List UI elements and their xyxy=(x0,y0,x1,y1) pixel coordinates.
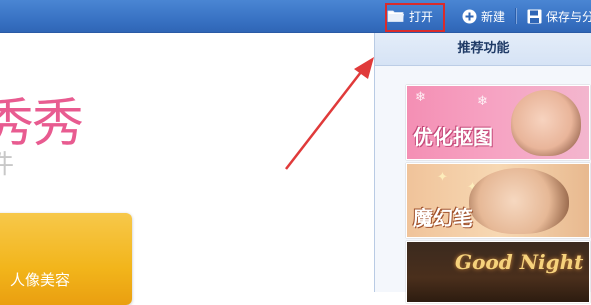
recommended-panel: 推荐功能 ❄ ❄ 优化抠图 ✦ ✦ 魔幻笔 Good Night xyxy=(374,33,591,303)
feature-card-magic-pen[interactable]: ✦ ✦ 魔幻笔 xyxy=(406,163,590,238)
snowflake-icon: ❄ xyxy=(415,90,426,105)
red-arrow-annotation xyxy=(285,57,374,170)
new-label: 新建 xyxy=(481,9,506,24)
feature-card-label: Good Night xyxy=(455,250,584,274)
portrait-image xyxy=(511,90,581,156)
feature-card-good-night[interactable]: Good Night xyxy=(406,241,590,303)
top-toolbar: 打开 新建 保存与分 xyxy=(0,0,591,33)
new-button[interactable]: 新建 xyxy=(462,4,505,28)
plus-circle-icon xyxy=(462,9,477,24)
feature-card-label: 魔幻笔 xyxy=(413,206,473,230)
sparkle-icon: ✦ xyxy=(437,170,448,185)
save-share-label: 保存与分 xyxy=(546,9,591,24)
portrait-beauty-tile[interactable]: 人像美容 xyxy=(0,213,132,305)
portrait-image xyxy=(469,168,569,234)
brand-subtitle: 件 xyxy=(0,150,15,180)
snowflake-icon: ❄ xyxy=(477,94,488,109)
feature-card-label: 优化抠图 xyxy=(413,125,493,149)
save-share-button[interactable]: 保存与分 xyxy=(527,4,591,28)
highlight-box xyxy=(385,3,445,32)
panel-title: 推荐功能 xyxy=(375,33,591,66)
feature-card-cutout[interactable]: ❄ ❄ 优化抠图 xyxy=(406,85,590,160)
portrait-beauty-label: 人像美容 xyxy=(10,271,71,289)
toolbar-separator xyxy=(515,8,517,24)
floppy-disk-icon xyxy=(527,9,542,24)
